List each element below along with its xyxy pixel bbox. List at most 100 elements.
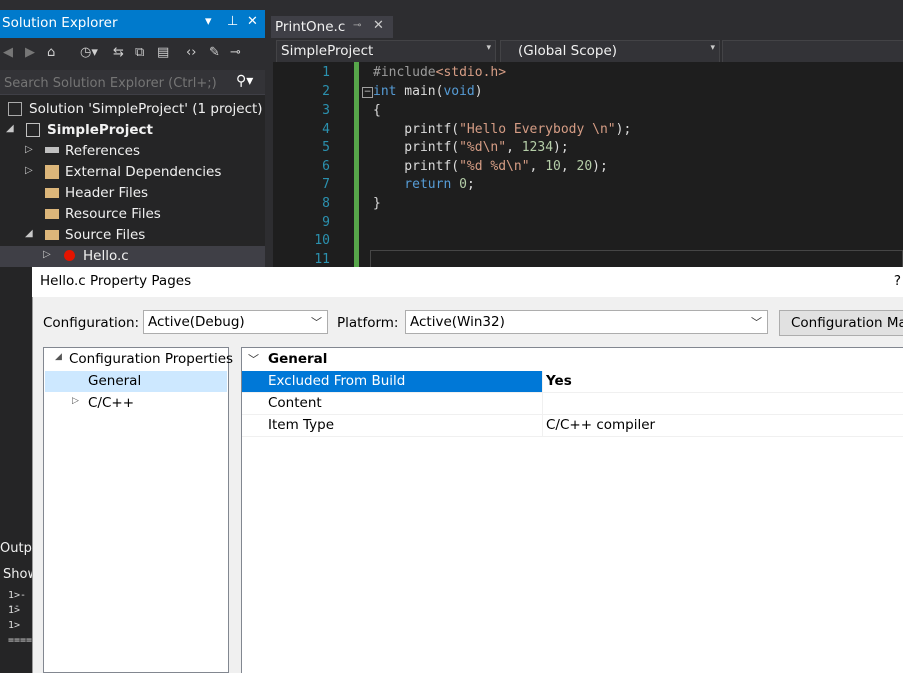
collapse-outline-icon[interactable]: − [362, 87, 373, 98]
collapse-all-icon[interactable]: ⧉ [135, 45, 144, 60]
code-icon[interactable]: ‹› [186, 45, 196, 60]
string-literal: "Hello Everybody \n" [459, 122, 616, 137]
property-category-general[interactable]: ﹀ General [242, 348, 903, 370]
tree-item-header-files[interactable]: Header Files [0, 183, 265, 204]
tree-item-solution[interactable]: Solution 'SimpleProject' (1 project) [0, 99, 265, 120]
platform-label: Platform: [337, 315, 399, 331]
show-all-files-icon[interactable]: ▤ [157, 45, 169, 60]
property-name: Excluded From Build [268, 373, 406, 389]
line-number: 9 [322, 215, 330, 230]
property-row-content[interactable]: Content [242, 393, 903, 415]
tree-item-label: Resource Files [65, 206, 161, 222]
property-row-item-type[interactable]: Item Type C/C++ compiler [242, 415, 903, 437]
configuration-manager-button[interactable]: Configuration Manager... [779, 310, 903, 336]
window-position-dropdown-icon[interactable]: ▾ [205, 14, 212, 29]
nav-item-configuration-properties[interactable]: ◢ Configuration Properties [48, 349, 233, 370]
property-name-cell: Item Type [242, 415, 542, 436]
property-row-excluded-from-build[interactable]: Excluded From Build Yes [242, 371, 903, 393]
code-text: ); [615, 122, 632, 137]
configuration-select[interactable]: Active(Debug) ﹀ [143, 310, 328, 334]
search-icon[interactable]: ⚲▾ [236, 73, 253, 89]
tree-item-resource-files[interactable]: Resource Files [0, 204, 265, 225]
line-number: 11 [314, 252, 330, 267]
code-text: , [506, 140, 522, 155]
folder-icon [45, 188, 59, 198]
collapsed-arrow-icon[interactable]: ▷ [25, 165, 33, 176]
properties-wrench-icon[interactable]: ✎ [209, 45, 220, 60]
project-combo[interactable]: SimpleProject ▾ [276, 40, 496, 63]
category-label: General [268, 351, 328, 367]
folder-open-icon [45, 230, 59, 240]
chevron-down-icon[interactable]: ﹀ [248, 351, 259, 367]
tree-item-external-dependencies[interactable]: ▷ External Dependencies [0, 162, 265, 183]
pin-icon[interactable]: ⊥ [227, 14, 238, 29]
solution-explorer-toolbar: ◀ ▶ ⌂ ◷▾ ⇆ ⧉ ▤ ‹› ✎ ⊸ [0, 38, 265, 70]
property-value: Yes [546, 373, 572, 389]
code-text: main( [396, 84, 444, 99]
number-literal: 1234 [521, 140, 554, 155]
code-line-5: printf("%d\n", 1234); [373, 140, 568, 155]
line-number: 6 [322, 159, 330, 174]
close-icon[interactable]: ✕ [247, 14, 258, 29]
property-value-cell[interactable]: Yes [542, 371, 903, 392]
tree-item-source-files[interactable]: ◢ Source Files [0, 225, 265, 246]
preview-icon[interactable]: ⊸ [230, 45, 241, 60]
keyword: void [443, 84, 475, 99]
tree-item-project[interactable]: ◢ SimpleProject [0, 120, 265, 141]
tree-item-hello-c[interactable]: ▷ Hello.c [0, 246, 265, 267]
code-text: } [373, 196, 381, 211]
solution-icon [8, 102, 22, 116]
property-value-cell[interactable]: C/C++ compiler [542, 415, 903, 436]
close-tab-icon[interactable]: ✕ [373, 18, 384, 33]
line-number: 1 [322, 65, 330, 80]
tree-item-label: Hello.c [83, 248, 129, 264]
nav-item-c-cpp[interactable]: ▷ C/C++ [48, 393, 226, 414]
expanded-arrow-icon[interactable]: ◢ [6, 123, 14, 134]
code-text: printf( [373, 122, 460, 137]
line-number: 8 [322, 196, 330, 211]
string-literal: "%d\n" [459, 140, 507, 155]
code-text: { [373, 103, 381, 118]
collapsed-arrow-icon[interactable]: ▷ [43, 249, 51, 260]
property-value: C/C++ compiler [546, 417, 656, 433]
configuration-select-value: Active(Debug) [148, 314, 245, 330]
tree-item-references[interactable]: ▷ References [0, 141, 265, 162]
line-number: 2 [322, 84, 330, 99]
pin-tab-icon[interactable]: ⊸ [353, 20, 361, 31]
home-icon[interactable]: ⌂ [47, 45, 55, 60]
nav-item-general[interactable]: General [45, 371, 227, 392]
help-button[interactable]: ? [894, 273, 901, 289]
code-text: printf( [373, 140, 460, 155]
output-panel-title: Outp [0, 541, 32, 556]
number-literal: 10 [545, 159, 561, 174]
back-icon[interactable]: ◀ [3, 45, 13, 60]
forward-icon[interactable]: ▶ [25, 45, 35, 60]
property-value-cell[interactable] [542, 393, 903, 414]
platform-select[interactable]: Active(Win32) ﹀ [405, 310, 768, 334]
solution-explorer-title-bar: Solution Explorer ▾ ⊥ ✕ [0, 10, 265, 38]
nav-item-label: Configuration Properties [69, 351, 234, 367]
sync-icon[interactable]: ⇆ [113, 45, 124, 60]
configuration-label: Configuration: [43, 315, 140, 331]
code-line-6: printf("%d %d\n", 10, 20); [373, 159, 608, 174]
dialog-title: Hello.c Property Pages [40, 273, 192, 289]
collapsed-arrow-icon[interactable]: ▷ [72, 396, 79, 406]
chevron-down-icon: ﹀ [311, 316, 322, 329]
property-name-cell: Content [242, 393, 542, 414]
tab-printone-c[interactable]: PrintOne.c ⊸ ✕ [271, 16, 393, 38]
property-name: Content [268, 395, 322, 411]
member-combo[interactable] [722, 40, 903, 63]
platform-select-value: Active(Win32) [410, 314, 505, 330]
collapsed-arrow-icon[interactable]: ▷ [25, 144, 33, 155]
search-input[interactable] [2, 72, 234, 94]
line-number: 5 [322, 140, 330, 155]
project-combo-value: SimpleProject [281, 43, 374, 59]
expanded-arrow-icon[interactable]: ◢ [55, 352, 62, 362]
scope-combo-value: (Global Scope) [518, 43, 618, 59]
scope-combo[interactable]: (Global Scope) ▾ [500, 40, 720, 63]
history-icon[interactable]: ◷▾ [80, 45, 98, 60]
tab-label: PrintOne.c [275, 19, 346, 35]
preprocessor-directive: #include [373, 65, 436, 80]
line-number: 3 [322, 103, 330, 118]
expanded-arrow-icon[interactable]: ◢ [25, 228, 33, 239]
